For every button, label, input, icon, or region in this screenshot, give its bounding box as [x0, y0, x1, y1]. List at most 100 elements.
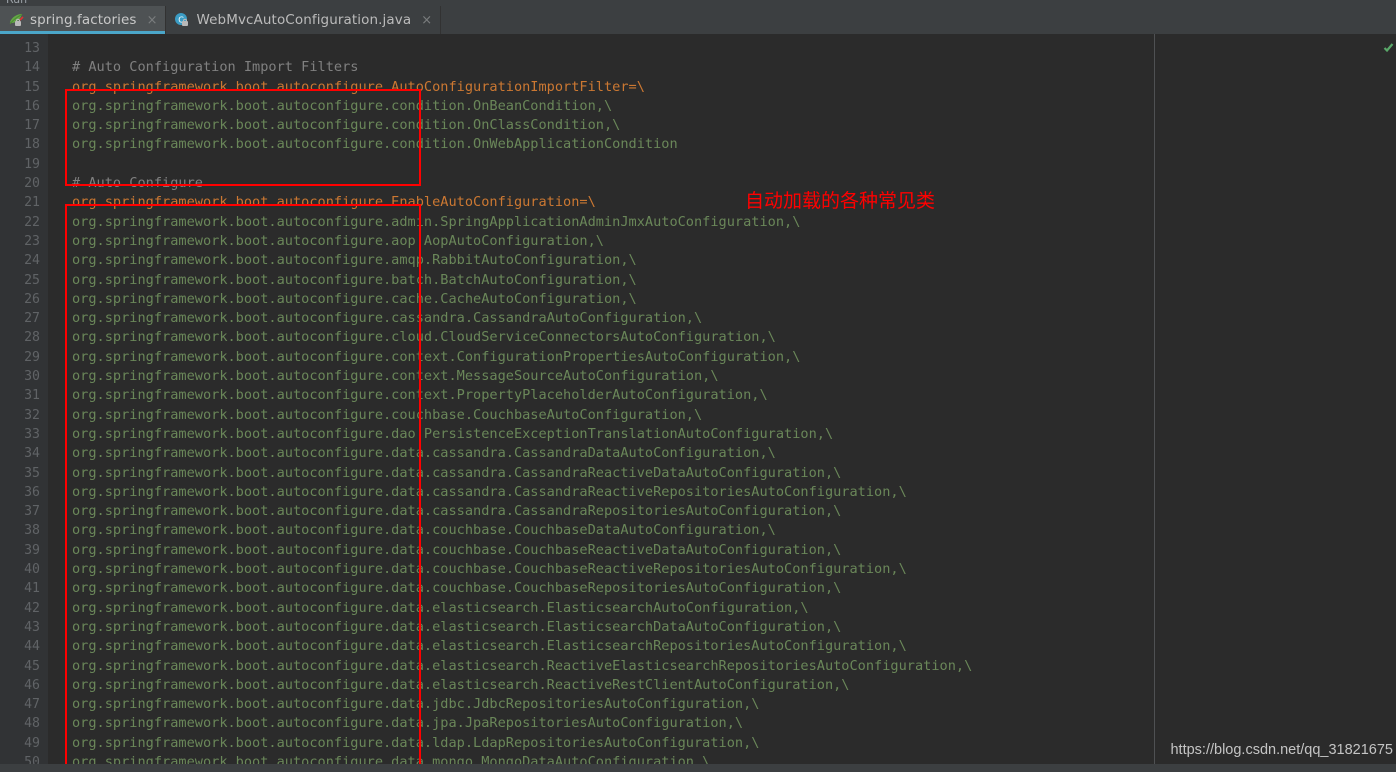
code-token-val: org.springframework.boot.autoconfigure.c… [72, 406, 703, 423]
code-line[interactable]: 15 org.springframework.boot.autoconfigure… [0, 78, 1153, 97]
line-number: 35 [24, 465, 40, 481]
ide-window: Run spring.factories × C [0, 0, 1396, 772]
code-line[interactable]: 16 org.springframework.boot.autoconfigure… [0, 97, 1153, 116]
code-line[interactable]: 26 org.springframework.boot.autoconfigure… [0, 290, 1153, 309]
csdn-watermark: https://blog.csdn.net/qq_31821675 [1170, 742, 1393, 758]
line-text: org.springframework.boot.autoconfigure.d… [72, 541, 841, 560]
line-text: org.springframework.boot.autoconfigure.a… [72, 213, 800, 232]
code-content-pane[interactable]: 13 14 # Auto Configuration Import Filters 1… [0, 34, 1153, 772]
code-line[interactable]: 44 org.springframework.boot.autoconfigure… [0, 637, 1153, 656]
code-line[interactable]: 33 org.springframework.boot.autoconfigure… [0, 425, 1153, 444]
code-line[interactable]: 30 org.springframework.boot.autoconfigure… [0, 367, 1153, 386]
code-token-comment: # Auto Configure [72, 175, 203, 192]
code-line[interactable]: 42 org.springframework.boot.autoconfigure… [0, 599, 1153, 618]
line-number: 42 [24, 600, 40, 616]
line-number: 14 [24, 60, 40, 76]
code-token-val: org.springframework.boot.autoconfigure.c… [72, 329, 776, 346]
line-number: 28 [24, 330, 40, 346]
line-number: 17 [24, 118, 40, 134]
code-line[interactable]: 41 org.springframework.boot.autoconfigure… [0, 579, 1153, 598]
line-text: org.springframework.boot.autoconfigure.c… [72, 386, 768, 405]
line-text: org.springframework.boot.autoconfigure.c… [72, 406, 702, 425]
code-token-val: org.springframework.boot.autoconfigure.c… [72, 97, 613, 114]
code-line[interactable]: 38 org.springframework.boot.autoconfigure… [0, 521, 1153, 540]
code-line[interactable]: 18 org.springframework.boot.autoconfigure… [0, 135, 1153, 154]
code-token-val: org.springframework.boot.autoconfigure.a… [72, 213, 801, 230]
line-number: 48 [24, 716, 40, 732]
tab-close-icon[interactable]: × [147, 14, 158, 27]
line-text: org.springframework.boot.autoconfigure.c… [72, 367, 719, 386]
code-token-val: org.springframework.boot.autoconfigure.d… [72, 522, 776, 539]
line-text: org.springframework.boot.autoconfigure.c… [72, 135, 678, 154]
line-number: 29 [24, 349, 40, 365]
java-class-icon: C [174, 12, 190, 28]
line-text: org.springframework.boot.autoconfigure.a… [72, 251, 637, 270]
code-line[interactable]: 31 org.springframework.boot.autoconfigure… [0, 386, 1153, 405]
code-line[interactable]: 23 org.springframework.boot.autoconfigure… [0, 232, 1153, 251]
tab-bar-empty-space [441, 6, 1396, 34]
code-token-val: org.springframework.boot.autoconfigure.d… [72, 676, 850, 693]
code-line[interactable]: 47 org.springframework.boot.autoconfigure… [0, 695, 1153, 714]
code-line[interactable]: 36 org.springframework.boot.autoconfigure… [0, 483, 1153, 502]
code-token-val: org.springframework.boot.autoconfigure.c… [72, 310, 703, 327]
line-number: 34 [24, 446, 40, 462]
code-token-val: org.springframework.boot.autoconfigure.d… [72, 580, 842, 597]
tab-webmvcautoconfiguration-java[interactable]: C WebMvcAutoConfiguration.java × [166, 6, 442, 34]
code-line[interactable]: 32 org.springframework.boot.autoconfigure… [0, 406, 1153, 425]
code-line[interactable]: 37 org.springframework.boot.autoconfigure… [0, 502, 1153, 521]
code-line[interactable]: 22 org.springframework.boot.autoconfigure… [0, 213, 1153, 232]
line-number: 18 [24, 137, 40, 153]
code-line[interactable]: 35 org.springframework.boot.autoconfigure… [0, 464, 1153, 483]
code-line[interactable]: 28 org.springframework.boot.autoconfigure… [0, 328, 1153, 347]
line-number: 21 [24, 195, 40, 211]
code-line[interactable]: 21 org.springframework.boot.autoconfigure… [0, 193, 1153, 212]
line-text: org.springframework.boot.autoconfigure.A… [72, 78, 645, 97]
code-line[interactable]: 24 org.springframework.boot.autoconfigure… [0, 251, 1153, 270]
tab-label: WebMvcAutoConfiguration.java [196, 12, 412, 28]
code-line[interactable]: 27 org.springframework.boot.autoconfigure… [0, 309, 1153, 328]
tab-spring-factories[interactable]: spring.factories × [0, 6, 167, 34]
code-token-key: org.springframework.boot.autoconfigure.A… [72, 78, 645, 95]
code-token-val: org.springframework.boot.autoconfigure.b… [72, 271, 637, 288]
spring-leaf-icon [8, 12, 24, 28]
line-text: org.springframework.boot.autoconfigure.d… [72, 464, 841, 483]
code-line[interactable]: 14 # Auto Configuration Import Filters [0, 58, 1153, 77]
tab-close-icon[interactable]: × [421, 14, 432, 27]
line-number: 46 [24, 677, 40, 693]
line-number: 30 [24, 369, 40, 385]
code-token-val: org.springframework.boot.autoconfigure.d… [72, 715, 744, 732]
line-text: org.springframework.boot.autoconfigure.c… [72, 290, 637, 309]
code-token-val: org.springframework.boot.autoconfigure.d… [72, 503, 842, 520]
code-line[interactable]: 49 org.springframework.boot.autoconfigure… [0, 734, 1153, 753]
code-line[interactable]: 34 org.springframework.boot.autoconfigure… [0, 444, 1153, 463]
code-line[interactable]: 29 org.springframework.boot.autoconfigure… [0, 348, 1153, 367]
code-line[interactable]: 43 org.springframework.boot.autoconfigure… [0, 618, 1153, 637]
code-line[interactable]: 46 org.springframework.boot.autoconfigure… [0, 676, 1153, 695]
line-number: 20 [24, 176, 40, 192]
code-line[interactable]: 20 # Auto Configure [0, 174, 1153, 193]
code-line[interactable]: 19 [0, 155, 1153, 174]
line-text: org.springframework.boot.autoconfigure.d… [72, 714, 743, 733]
code-line[interactable]: 25 org.springframework.boot.autoconfigure… [0, 271, 1153, 290]
line-number: 19 [24, 156, 40, 172]
line-text: org.springframework.boot.autoconfigure.d… [72, 502, 841, 521]
line-number: 45 [24, 658, 40, 674]
code-line[interactable]: 13 [0, 39, 1153, 58]
code-line[interactable]: 45 org.springframework.boot.autoconfigure… [0, 657, 1153, 676]
line-number: 31 [24, 388, 40, 404]
code-line[interactable]: 39 org.springframework.boot.autoconfigure… [0, 541, 1153, 560]
code-line[interactable]: 17 org.springframework.boot.autoconfigure… [0, 116, 1153, 135]
code-editor[interactable]: 13 14 # Auto Configuration Import Filters 1… [0, 34, 1396, 772]
code-token-val: org.springframework.boot.autoconfigure.d… [72, 561, 907, 578]
line-text: org.springframework.boot.autoconfigure.d… [72, 637, 907, 656]
line-text: org.springframework.boot.autoconfigure.d… [72, 521, 776, 540]
code-token-val: org.springframework.boot.autoconfigure.c… [72, 368, 719, 385]
inspection-status-ok-icon[interactable] [1383, 38, 1394, 53]
code-line[interactable]: 48 org.springframework.boot.autoconfigure… [0, 714, 1153, 733]
line-text: org.springframework.boot.autoconfigure.d… [72, 579, 841, 598]
line-number: 16 [24, 98, 40, 114]
code-line[interactable]: 40 org.springframework.boot.autoconfigure… [0, 560, 1153, 579]
line-number: 36 [24, 484, 40, 500]
editor-bottom-strip [0, 764, 1396, 772]
line-number: 49 [24, 735, 40, 751]
